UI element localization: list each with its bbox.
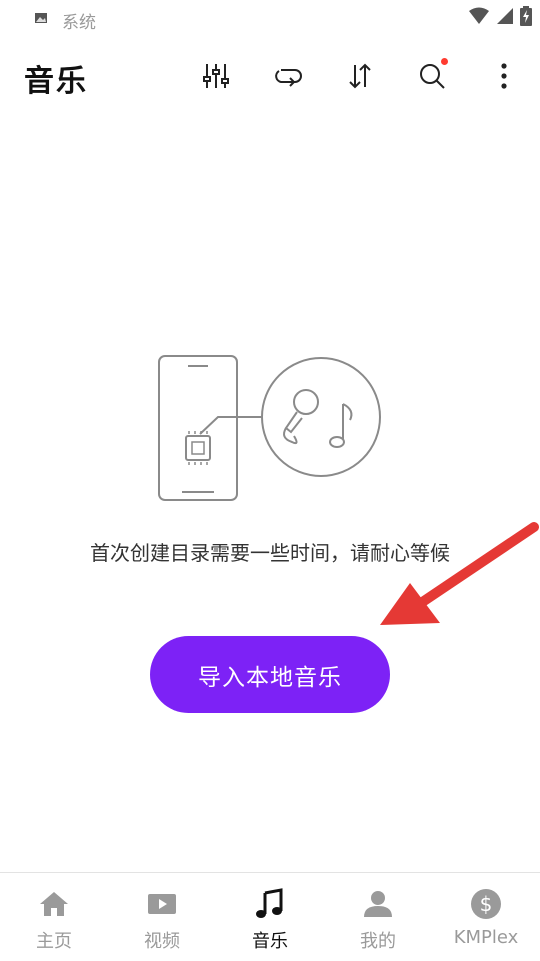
video-icon	[148, 894, 176, 914]
sort-button[interactable]	[338, 54, 382, 98]
nav-item-home[interactable]: 主页	[0, 873, 108, 961]
nav-label-home: 主页	[36, 931, 72, 952]
search-button[interactable]	[410, 54, 454, 98]
svg-text:$: $	[480, 892, 493, 916]
signal-icon	[497, 8, 513, 24]
dollar-icon: $	[471, 889, 501, 919]
chip-illustration	[185, 431, 211, 465]
annotation-arrow-icon	[380, 522, 539, 625]
nav-item-profile[interactable]: 我的	[324, 873, 432, 961]
phone-illustration	[158, 355, 238, 501]
nav-item-kmplex[interactable]: $ KMPlex	[432, 873, 540, 961]
app-bar: 音乐	[0, 42, 540, 112]
sort-icon	[349, 63, 371, 89]
home-icon	[40, 892, 68, 916]
repeat-icon	[275, 69, 302, 87]
equalizer-button[interactable]	[194, 54, 238, 98]
status-app-label: 系统	[62, 13, 96, 33]
image-notification-icon	[35, 13, 47, 23]
nav-item-music[interactable]: 音乐	[216, 873, 324, 961]
nav-label-video: 视频	[144, 931, 180, 952]
nav-label-music: 音乐	[252, 931, 288, 952]
notification-dot	[441, 58, 448, 65]
equalizer-icon	[203, 64, 229, 88]
nav-label-profile: 我的	[360, 931, 396, 952]
nav-item-video[interactable]: 视频	[108, 873, 216, 961]
repeat-button[interactable]	[266, 54, 310, 98]
profile-icon	[364, 891, 392, 917]
nav-label-kmplex: KMPlex	[453, 927, 519, 948]
music-circle-illustration	[261, 357, 381, 477]
search-icon	[420, 64, 445, 89]
music-icon	[256, 888, 283, 918]
bottom-navigation: 主页 视频 音乐 我的 $ KMPlex	[0, 872, 540, 961]
page-title: 音乐	[24, 64, 88, 99]
connector-line	[199, 416, 262, 435]
more-icon	[501, 63, 507, 89]
wifi-icon	[469, 7, 489, 24]
more-options-button[interactable]	[482, 54, 526, 98]
status-bar: 系统	[0, 0, 540, 36]
battery-icon	[520, 6, 532, 26]
phone-music-illustration	[158, 355, 381, 501]
import-local-music-button[interactable]: 导入本地音乐	[150, 636, 390, 713]
